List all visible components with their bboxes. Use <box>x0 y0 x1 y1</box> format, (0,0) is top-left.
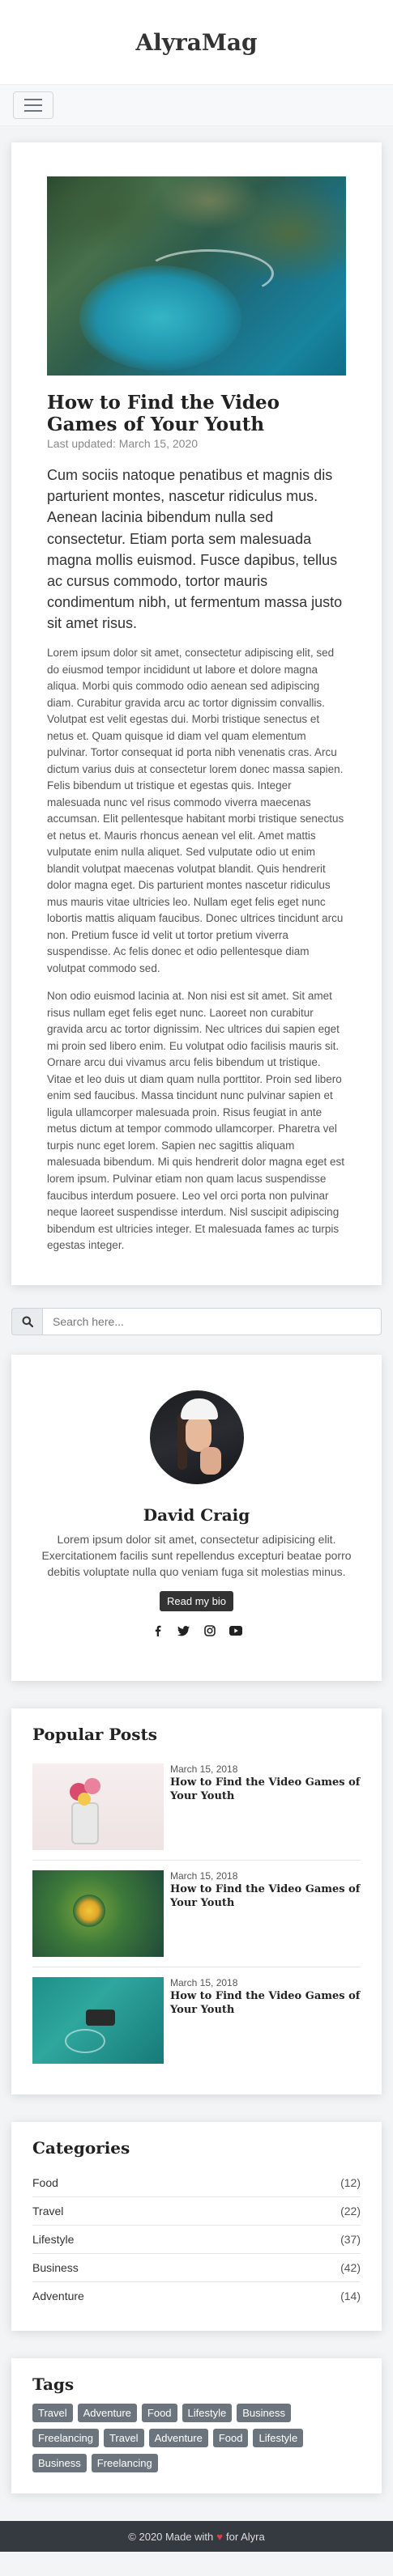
post-date: March 15, 2018 <box>170 1763 238 1776</box>
avatar <box>149 1390 244 1484</box>
tag-food[interactable]: Food <box>212 2429 249 2448</box>
post-title[interactable]: How to Find the Video Games of Your Yout… <box>170 1883 361 1911</box>
article-paragraph: Lorem ipsum dolor sit amet, consectetur … <box>47 647 344 974</box>
category-item-travel[interactable]: Travel (22) <box>32 2197 361 2226</box>
category-count: (14) <box>340 2290 361 2303</box>
post-title[interactable]: How to Find the Video Games of Your Yout… <box>170 1990 361 2018</box>
post-thumbnail[interactable] <box>32 1763 164 1851</box>
menu-icon-bar <box>24 99 42 100</box>
category-name: Business <box>32 2261 79 2275</box>
post-info: March 15, 2018 How to Find the Video Gam… <box>164 1977 361 2064</box>
category-item-food[interactable]: Food (12) <box>32 2169 361 2198</box>
article-updated-date: Last updated: March 15, 2020 <box>47 437 199 451</box>
tag-adventure[interactable]: Adventure <box>148 2429 208 2448</box>
tag-lifestyle[interactable]: Lifestyle <box>253 2429 304 2448</box>
post-info: March 15, 2018 How to Find the Video Gam… <box>164 1763 361 1850</box>
post-thumbnail[interactable] <box>32 1870 164 1958</box>
post-date: March 15, 2018 <box>170 1977 238 1989</box>
widget-title: Tags <box>32 2374 75 2395</box>
tag-travel[interactable]: Travel <box>103 2429 144 2448</box>
article-card: How to Find the Video Games of Your Yout… <box>11 142 382 1285</box>
category-name: Lifestyle <box>32 2233 75 2247</box>
article-paragraph: Non odio euismod lacinia at. Non nisi es… <box>47 990 344 1252</box>
tag-travel[interactable]: Travel <box>32 2404 73 2423</box>
category-name: Food <box>32 2176 58 2190</box>
youtube-icon[interactable] <box>229 1624 242 1637</box>
post-title[interactable]: How to Find the Video Games of Your Yout… <box>170 1776 361 1804</box>
categories-list: Food (12) Travel (22) Lifestyle (37) Bus… <box>32 2169 361 2310</box>
menu-icon-bar <box>24 110 42 112</box>
post-date: March 15, 2018 <box>170 1870 238 1882</box>
footer-text-after: for Alyra <box>226 2530 265 2543</box>
instagram-icon[interactable] <box>203 1624 216 1637</box>
thumb-boat <box>86 2009 115 2026</box>
category-count: (22) <box>340 2205 361 2218</box>
category-item-lifestyle[interactable]: Lifestyle (37) <box>32 2226 361 2255</box>
article-title: How to Find the Video Games of Your Yout… <box>47 392 280 436</box>
facebook-icon[interactable] <box>152 1624 164 1637</box>
search-bar <box>11 1307 382 1335</box>
popular-posts-widget: Popular Posts March 15, 2018 How to Find… <box>11 1708 382 2095</box>
site-logo[interactable]: AlyraMag <box>135 29 257 56</box>
article-hero-image <box>47 176 346 376</box>
tag-freelancing[interactable]: Freelancing <box>91 2454 158 2473</box>
tags-list: Travel Adventure Food Lifestyle Business… <box>32 2404 361 2473</box>
thumb-wake <box>65 2029 105 2054</box>
avatar-hand <box>199 1446 221 1475</box>
menu-toggle-button[interactable] <box>13 91 53 119</box>
thumb-flower <box>84 1778 100 1795</box>
thumb-vase <box>71 1802 99 1845</box>
category-item-adventure[interactable]: Adventure (14) <box>32 2282 361 2310</box>
tags-widget: Tags Travel Adventure Food Lifestyle Bus… <box>11 2358 382 2494</box>
author-name: David Craig <box>143 1504 250 1525</box>
avatar-cap <box>180 1398 218 1420</box>
categories-widget: Categories Food (12) Travel (22) Lifesty… <box>11 2122 382 2332</box>
category-count: (42) <box>340 2261 361 2275</box>
about-card: David Craig Lorem ipsum dolor sit amet, … <box>11 1354 382 1682</box>
tag-adventure[interactable]: Adventure <box>77 2404 137 2423</box>
category-name: Adventure <box>32 2290 84 2303</box>
hero-surf <box>144 249 274 298</box>
tag-business[interactable]: Business <box>237 2404 291 2423</box>
list-item[interactable]: March 15, 2018 How to Find the Video Gam… <box>32 1754 361 1861</box>
category-count: (12) <box>340 2176 361 2190</box>
category-count: (37) <box>340 2233 361 2247</box>
thumb-chameleon-eye <box>73 1895 105 1928</box>
search-input[interactable] <box>42 1307 382 1335</box>
site-header: AlyraMag <box>0 0 393 84</box>
menu-icon-bar <box>24 104 42 106</box>
tag-business[interactable]: Business <box>32 2454 87 2473</box>
category-item-business[interactable]: Business (42) <box>32 2254 361 2283</box>
tag-freelancing[interactable]: Freelancing <box>32 2429 99 2448</box>
tag-lifestyle[interactable]: Lifestyle <box>182 2404 233 2423</box>
heart-icon: ♥ <box>216 2530 223 2543</box>
site-footer: © 2020 Made with ♥ for Alyra <box>0 2521 393 2553</box>
author-bio: Lorem ipsum dolor sit amet, consectetur … <box>41 1532 352 1579</box>
search-icon <box>22 1316 33 1327</box>
popular-posts-list: March 15, 2018 How to Find the Video Gam… <box>32 1754 361 2073</box>
avatar-face <box>185 1415 211 1452</box>
post-thumbnail[interactable] <box>32 1977 164 2065</box>
search-button[interactable] <box>11 1307 42 1335</box>
tag-food[interactable]: Food <box>141 2404 177 2423</box>
read-bio-button[interactable]: Read my bio <box>160 1591 233 1612</box>
category-name: Travel <box>32 2205 64 2218</box>
widget-title: Categories <box>32 2138 130 2158</box>
footer-text-before: © 2020 Made with <box>128 2530 214 2543</box>
twitter-icon[interactable] <box>177 1624 190 1637</box>
list-item[interactable]: March 15, 2018 How to Find the Video Gam… <box>32 1861 361 1968</box>
social-links <box>34 1624 359 1637</box>
article-lead: Cum sociis natoque penatibus et magnis d… <box>47 467 343 631</box>
navbar <box>0 84 393 126</box>
widget-title: Popular Posts <box>32 1725 158 1745</box>
post-info: March 15, 2018 How to Find the Video Gam… <box>164 1870 361 1957</box>
list-item[interactable]: March 15, 2018 How to Find the Video Gam… <box>32 1967 361 2073</box>
